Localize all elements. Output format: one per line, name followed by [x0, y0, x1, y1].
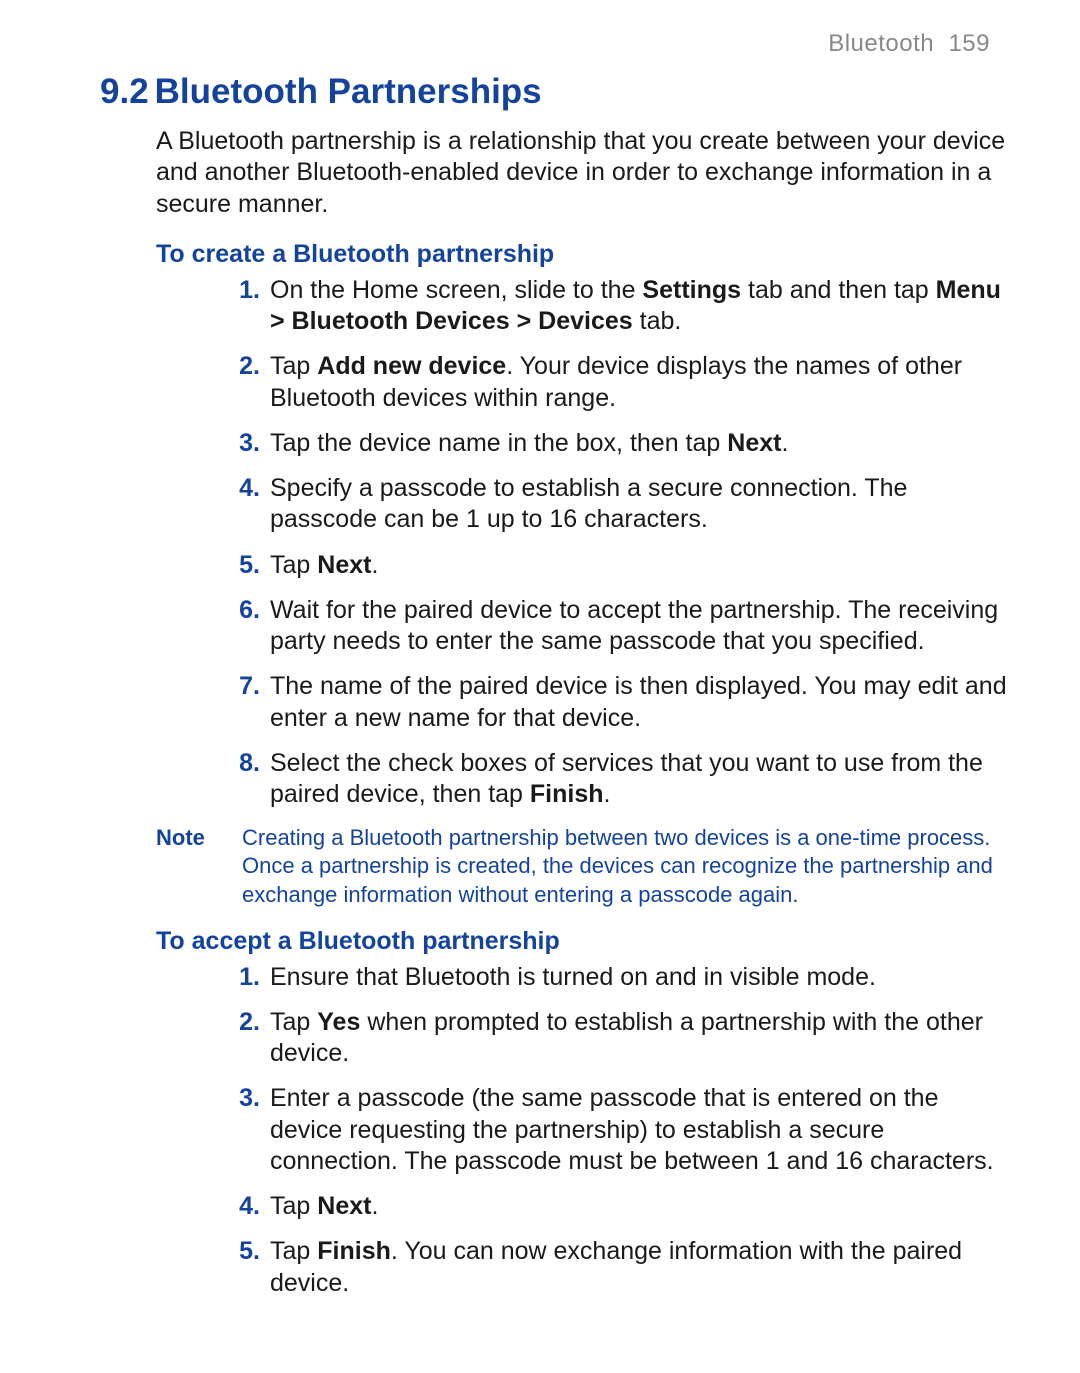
- section-heading: Bluetooth Partnerships: [155, 72, 542, 111]
- section-title: 9.2Bluetooth Partnerships: [100, 72, 1010, 112]
- step-number: 3.: [226, 1083, 260, 1114]
- step-text: On the Home screen, slide to the Setting…: [270, 275, 1010, 338]
- bold-term: Next: [727, 429, 781, 457]
- step-text: Ensure that Bluetooth is turned on and i…: [270, 962, 1010, 993]
- step-number: 8.: [226, 748, 260, 779]
- bold-term: Add new device: [317, 352, 506, 380]
- bold-term: Next: [317, 551, 371, 579]
- note-label: Note: [156, 824, 242, 852]
- step-text: Tap Finish. You can now exchange informa…: [270, 1236, 1010, 1299]
- header-section: Bluetooth: [828, 30, 934, 57]
- intro-paragraph: A Bluetooth partnership is a relationshi…: [156, 126, 1010, 220]
- step-number: 3.: [226, 428, 260, 459]
- list-item: 7. The name of the paired device is then …: [226, 671, 1010, 734]
- bold-term: Finish: [530, 780, 604, 808]
- step-text: Specify a passcode to establish a secure…: [270, 473, 1010, 536]
- step-text: Enter a passcode (the same passcode that…: [270, 1083, 1010, 1177]
- list-item: 5. Tap Next.: [226, 550, 1010, 581]
- page: Bluetooth 159 9.2Bluetooth Partnerships …: [0, 0, 1080, 1373]
- list-item: 3. Tap the device name in the box, then t…: [226, 428, 1010, 459]
- list-item: 5. Tap Finish. You can now exchange infor…: [226, 1236, 1010, 1299]
- bold-term: Yes: [317, 1008, 360, 1036]
- step-number: 6.: [226, 595, 260, 626]
- list-item: 3. Enter a passcode (the same passcode th…: [226, 1083, 1010, 1177]
- step-text: Tap the device name in the box, then tap…: [270, 428, 1010, 459]
- step-number: 2.: [226, 1007, 260, 1038]
- step-number: 1.: [226, 275, 260, 306]
- bold-term: Next: [317, 1192, 371, 1220]
- step-number: 5.: [226, 1236, 260, 1267]
- step-number: 4.: [226, 473, 260, 504]
- step-text: Tap Next.: [270, 550, 1010, 581]
- bold-term: Menu > Bluetooth Devices > Devices: [270, 276, 1001, 335]
- bold-term: Finish: [317, 1237, 391, 1265]
- bold-term: Settings: [642, 276, 741, 304]
- header-page-number: 159: [948, 30, 990, 57]
- step-number: 2.: [226, 351, 260, 382]
- section-body: A Bluetooth partnership is a relationshi…: [100, 126, 1010, 1299]
- note-block: Note Creating a Bluetooth partnership be…: [156, 824, 1010, 908]
- note-body: Creating a Bluetooth partnership between…: [242, 824, 1010, 908]
- list-item: 8. Select the check boxes of services tha…: [226, 748, 1010, 811]
- step-text: Tap Next.: [270, 1191, 1010, 1222]
- step-text: Tap Yes when prompted to establish a par…: [270, 1007, 1010, 1070]
- list-item: 2. Tap Add new device. Your device displa…: [226, 351, 1010, 414]
- list-item: 1. On the Home screen, slide to the Setti…: [226, 275, 1010, 338]
- step-number: 4.: [226, 1191, 260, 1222]
- section-number: 9.2: [100, 72, 149, 111]
- step-number: 5.: [226, 550, 260, 581]
- step-number: 7.: [226, 671, 260, 702]
- subheading-create: To create a Bluetooth partnership: [156, 240, 1010, 269]
- step-text: Select the check boxes of services that …: [270, 748, 1010, 811]
- list-item: 4. Tap Next.: [226, 1191, 1010, 1222]
- list-item: 1. Ensure that Bluetooth is turned on and…: [226, 962, 1010, 993]
- list-item: 2. Tap Yes when prompted to establish a p…: [226, 1007, 1010, 1070]
- step-number: 1.: [226, 962, 260, 993]
- list-item: 4. Specify a passcode to establish a secu…: [226, 473, 1010, 536]
- step-text: Tap Add new device. Your device displays…: [270, 351, 1010, 414]
- create-steps: 1. On the Home screen, slide to the Setti…: [156, 275, 1010, 811]
- subheading-accept: To accept a Bluetooth partnership: [156, 927, 1010, 956]
- step-text: The name of the paired device is then di…: [270, 671, 1010, 734]
- accept-steps: 1. Ensure that Bluetooth is turned on and…: [156, 962, 1010, 1299]
- list-item: 6. Wait for the paired device to accept t…: [226, 595, 1010, 658]
- running-header: Bluetooth 159: [100, 30, 1010, 58]
- step-text: Wait for the paired device to accept the…: [270, 595, 1010, 658]
